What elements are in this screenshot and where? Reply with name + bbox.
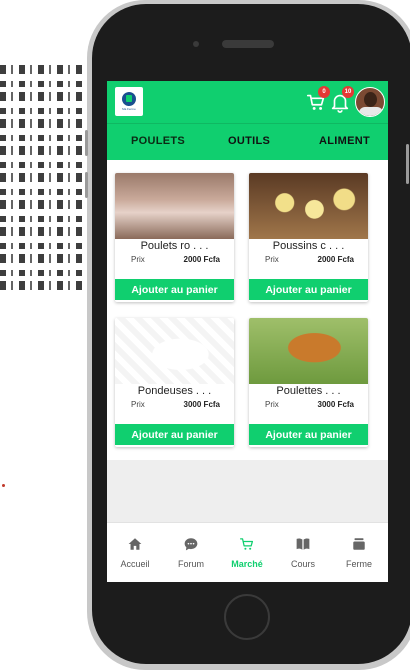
- app-header: Ma Ferme 0 10: [107, 81, 388, 123]
- avatar-face: [364, 92, 377, 107]
- nav-label: Forum: [177, 559, 204, 569]
- price-value: 2000 Fcfa: [317, 255, 354, 264]
- product-image[interactable]: [249, 173, 368, 239]
- phone-speaker: [222, 40, 274, 48]
- user-avatar[interactable]: [355, 87, 385, 117]
- price-label: Prix: [131, 255, 145, 264]
- product-card[interactable]: Poulettes . . . Prix 3000 Fcfa Ajouter a…: [249, 318, 368, 447]
- product-image[interactable]: [115, 173, 234, 239]
- price-label: Prix: [265, 400, 279, 409]
- category-tabs: POULETS OUTILS ALIMENT: [107, 123, 388, 160]
- cart-icon: [240, 538, 254, 550]
- phone-home-button[interactable]: [224, 594, 270, 640]
- background-noise-pattern: [0, 60, 86, 290]
- product-title: Poulettes . . .: [276, 385, 341, 397]
- product-title: Poussins c . . .: [272, 240, 345, 252]
- add-to-cart-button[interactable]: Ajouter au panier: [249, 279, 368, 300]
- avatar-shirt: [359, 107, 383, 116]
- background-dot: [2, 484, 5, 487]
- product-card[interactable]: Poulets ro . . . Prix 2000 Fcfa Ajouter …: [115, 173, 234, 302]
- logo-mark-icon: [122, 92, 136, 106]
- nav-item-accueil[interactable]: Accueil: [107, 537, 163, 569]
- product-image[interactable]: [115, 318, 234, 384]
- cart-button[interactable]: 0: [305, 86, 330, 113]
- price-label: Prix: [265, 255, 279, 264]
- product-grid: Poulets ro . . . Prix 2000 Fcfa Ajouter …: [107, 160, 388, 460]
- bottom-navigation: Accueil Forum Marché Cours Ferme: [107, 522, 388, 582]
- app-logo[interactable]: Ma Ferme: [115, 87, 143, 116]
- chat-icon: [184, 538, 198, 551]
- notifications-button[interactable]: 10: [329, 86, 354, 113]
- product-title: Poulets ro . . .: [140, 240, 209, 252]
- book-icon: [296, 538, 310, 550]
- phone-power-button: [406, 144, 409, 184]
- nav-label: Marché: [231, 559, 263, 569]
- home-icon: [128, 538, 142, 550]
- nav-item-ferme[interactable]: Ferme: [331, 537, 387, 569]
- nav-label: Ferme: [345, 559, 372, 569]
- product-title: Pondeuses . . .: [137, 385, 212, 397]
- add-to-cart-button[interactable]: Ajouter au panier: [115, 279, 234, 300]
- phone-side-button: [85, 130, 88, 156]
- logo-text: Ma Ferme: [122, 107, 136, 111]
- notification-count-badge: 10: [342, 86, 354, 98]
- add-to-cart-button[interactable]: Ajouter au panier: [115, 424, 234, 445]
- app-screen: Ma Ferme 0 10 POULETS OUTILS ALIMENT Pou…: [107, 81, 388, 582]
- price-value: 2000 Fcfa: [183, 255, 220, 264]
- price-value: 3000 Fcfa: [317, 400, 354, 409]
- price-label: Prix: [131, 400, 145, 409]
- tab-outils[interactable]: OUTILS: [228, 135, 270, 147]
- nav-label: Cours: [290, 559, 315, 569]
- price-value: 3000 Fcfa: [183, 400, 220, 409]
- nav-item-marche[interactable]: Marché: [219, 537, 275, 569]
- phone-side-button: [85, 172, 88, 198]
- nav-item-cours[interactable]: Cours: [275, 537, 331, 569]
- stack-icon: [353, 538, 365, 550]
- tab-poulets[interactable]: POULETS: [131, 135, 185, 147]
- nav-label: Accueil: [120, 559, 150, 569]
- nav-item-forum[interactable]: Forum: [163, 537, 219, 569]
- tab-aliment[interactable]: ALIMENT: [319, 135, 370, 147]
- product-card[interactable]: Poussins c . . . Prix 2000 Fcfa Ajouter …: [249, 173, 368, 302]
- add-to-cart-button[interactable]: Ajouter au panier: [249, 424, 368, 445]
- phone-camera: [193, 41, 199, 47]
- product-card[interactable]: Pondeuses . . . Prix 3000 Fcfa Ajouter a…: [115, 318, 234, 447]
- product-image[interactable]: [249, 318, 368, 384]
